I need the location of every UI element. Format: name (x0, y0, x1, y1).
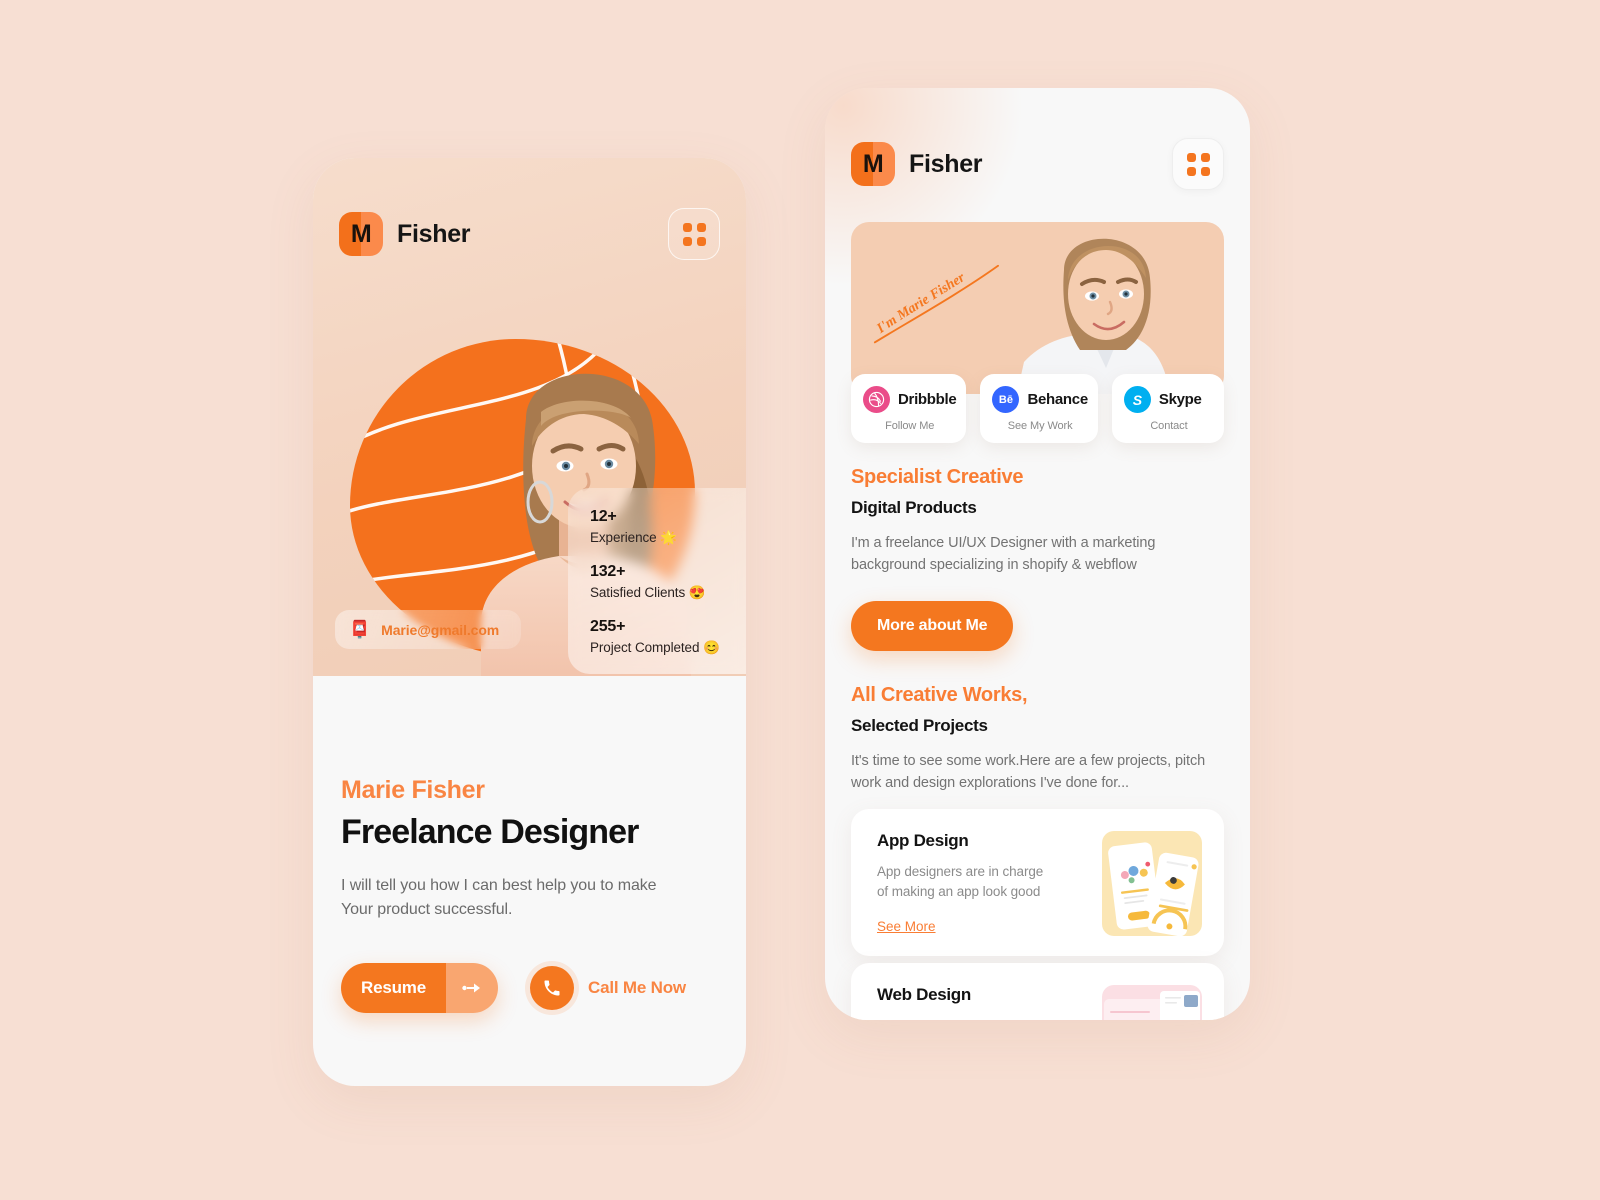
intro-description: I will tell you how I can best help you … (341, 877, 657, 918)
dribbble-icon (863, 386, 890, 413)
smile-emoji-icon: 😊 (703, 640, 720, 655)
more-about-me-button[interactable]: More about Me (851, 600, 1014, 651)
call-me-now-label: Call Me Now (588, 978, 686, 998)
resume-label: Resume (341, 963, 446, 1014)
svg-text:I'm Marie Fisher: I'm Marie Fisher (874, 270, 969, 337)
social-card-behance[interactable]: Bē Behance See My Work (980, 374, 1098, 443)
behance-icon: Bē (992, 386, 1020, 413)
web-thumb-art (1104, 991, 1200, 1020)
call-me-now-action[interactable]: Call Me Now (530, 966, 686, 1011)
email-chip[interactable]: 📮 Marie@gmail.com (335, 610, 522, 649)
project-description: Web design encompasses (877, 1016, 1033, 1020)
social-name: Dribbble (898, 391, 957, 408)
stat-item: 132+ Satisfied Clients 😍 (590, 563, 728, 601)
heart-eyes-emoji-icon: 😍 (688, 585, 706, 600)
social-links-row: Dribbble Follow Me Bē Behance See My Wor… (851, 374, 1224, 443)
grid-icon[interactable] (668, 208, 720, 260)
script-signature: I'm Marie Fisher (874, 264, 999, 344)
logo-letter: M (350, 219, 372, 248)
project-description: App designers are in charge of making an… (877, 864, 1044, 900)
email-text: Marie@gmail.com (381, 621, 500, 638)
grid-dots (682, 222, 706, 246)
phone-icon (530, 966, 574, 1011)
stat-number: 132+ (590, 563, 626, 580)
stat-label-text: Project Completed (590, 640, 700, 655)
social-card-skype[interactable]: S Skype Contact (1111, 374, 1224, 443)
social-card-head: S Skype (1123, 386, 1214, 413)
social-card-dribbble[interactable]: Dribbble Follow Me (851, 374, 967, 443)
app-logo-icon: M (851, 142, 895, 186)
phone1-intro-section: Marie Fisher Freelance Designer I will t… (313, 676, 746, 1014)
brand-name: Fisher (397, 219, 471, 248)
brand-logo-group[interactable]: M Fisher (339, 212, 471, 256)
social-subtitle: Follow Me (885, 420, 935, 432)
phone-mockup-portfolio: M Fisher I'm Marie Fisher Dribbble Follo… (825, 88, 1250, 1020)
brand-name: Fisher (909, 149, 983, 178)
specialist-title: Digital Products (851, 498, 977, 517)
project-title: Web Design (877, 985, 971, 1004)
specialist-section: Specialist Creative Digital Products I'm… (851, 466, 1224, 651)
arrow-glyph (462, 983, 480, 993)
phone-glyph (544, 980, 560, 996)
app-design-thumbnail (1102, 831, 1202, 936)
stat-item: 255+ Project Completed 😊 (590, 618, 728, 656)
social-name: Skype (1158, 391, 1202, 408)
grid-dots (1186, 152, 1210, 176)
postbox-icon: 📮 (349, 620, 371, 639)
star-emoji-icon: 🌟 (660, 530, 677, 545)
project-title: App Design (877, 831, 969, 850)
hero-banner: I'm Marie Fisher (851, 222, 1224, 394)
hero-photo (1016, 238, 1170, 394)
phone-mockup-profile: M Fisher 12+ Experience 🌟 132+ Satisfied… (313, 158, 746, 1086)
phone1-actions: Resume Call Me Now (341, 963, 718, 1014)
grid-icon[interactable] (1172, 138, 1224, 190)
resume-button[interactable]: Resume (341, 963, 498, 1014)
works-title: Selected Projects (851, 716, 988, 735)
person-name: Marie Fisher (341, 776, 485, 804)
arrow-right-icon (446, 963, 498, 1014)
stat-number: 12+ (590, 508, 617, 525)
stat-number: 255+ (590, 618, 626, 635)
stat-label: Experience 🌟 (590, 530, 728, 546)
social-name: Behance (1027, 391, 1088, 408)
page-title: Freelance Designer (341, 813, 639, 851)
skype-icon: S (1123, 386, 1151, 413)
phone2-header: M Fisher (851, 138, 1224, 190)
web-design-thumbnail (1102, 985, 1202, 1020)
works-description: It's time to see some work.Here are a fe… (851, 753, 1206, 791)
project-text: Web Design Web design encompasses See Mo… (877, 985, 1033, 1020)
stat-label: Satisfied Clients 😍 (590, 585, 728, 601)
stat-item: 12+ Experience 🌟 (590, 508, 728, 546)
phone1-hero-area: M Fisher 12+ Experience 🌟 132+ Satisfied… (313, 158, 746, 676)
project-card-app-design[interactable]: App Design App designers are in charge o… (851, 809, 1224, 956)
specialist-eyebrow: Specialist Creative (851, 466, 1024, 488)
social-subtitle: See My Work (1007, 420, 1073, 432)
phone1-header: M Fisher (339, 208, 720, 260)
brand-logo-group[interactable]: M Fisher (851, 142, 983, 186)
app-logo-icon: M (339, 212, 383, 256)
specialist-description: I'm a freelance UI/UX Designer with a ma… (851, 535, 1156, 573)
stat-label: Project Completed 😊 (590, 640, 728, 656)
logo-letter: M (862, 149, 884, 178)
stat-label-text: Satisfied Clients (590, 585, 686, 600)
app-thumb-art (1108, 842, 1199, 936)
social-card-head: Bē Behance (992, 386, 1088, 413)
works-eyebrow: All Creative Works, (851, 684, 1028, 706)
see-more-link[interactable]: See More (877, 919, 936, 934)
project-card-web-design[interactable]: Web Design Web design encompasses See Mo… (851, 963, 1224, 1020)
dribbble-glyph (868, 391, 885, 408)
social-subtitle: Contact (1150, 420, 1188, 432)
script-text: I'm Marie Fisher (874, 270, 969, 337)
social-card-head: Dribbble (863, 386, 957, 413)
works-section: All Creative Works, Selected Projects It… (851, 684, 1224, 795)
stat-label-text: Experience (590, 530, 657, 545)
stats-card: 12+ Experience 🌟 132+ Satisfied Clients … (568, 488, 746, 674)
project-text: App Design App designers are in charge o… (877, 831, 1057, 936)
